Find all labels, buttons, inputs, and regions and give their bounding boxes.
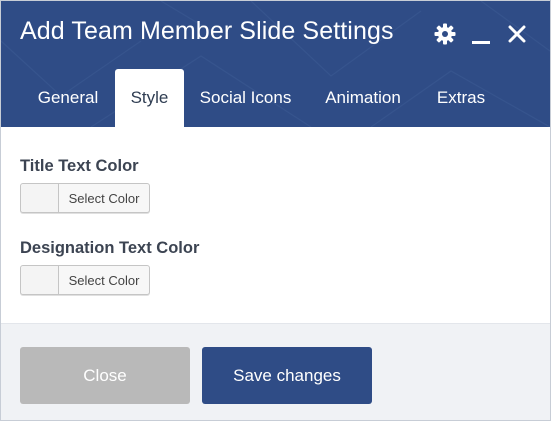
designation-text-color-label: Designation Text Color [20, 239, 200, 257]
color-swatch[interactable] [21, 184, 59, 212]
gear-icon[interactable] [432, 21, 458, 47]
dialog-header: Add Team Member Slide Settings General S… [1, 1, 550, 127]
tab-animation[interactable]: Animation [309, 69, 417, 127]
close-button[interactable]: Close [20, 347, 190, 404]
title-color-picker[interactable]: Select Color [20, 183, 150, 213]
dialog-title: Add Team Member Slide Settings [20, 17, 394, 45]
settings-dialog: Add Team Member Slide Settings General S… [0, 0, 551, 421]
tab-style[interactable]: Style [115, 69, 184, 127]
save-changes-button[interactable]: Save changes [202, 347, 372, 404]
tab-bar: General Style Social Icons Animation Ext… [1, 69, 550, 127]
title-text-color-label: Title Text Color [20, 157, 139, 175]
minimize-icon[interactable] [468, 21, 494, 47]
tab-extras[interactable]: Extras [423, 69, 499, 127]
color-swatch[interactable] [21, 266, 59, 294]
style-panel: Title Text Color Select Color Designatio… [1, 127, 550, 323]
select-color-button[interactable]: Select Color [59, 266, 149, 294]
tab-general[interactable]: General [20, 69, 116, 127]
dialog-footer: Close Save changes [1, 323, 550, 420]
tab-social-icons[interactable]: Social Icons [187, 69, 304, 127]
select-color-button[interactable]: Select Color [59, 184, 149, 212]
designation-color-picker[interactable]: Select Color [20, 265, 150, 295]
close-icon[interactable] [504, 21, 530, 47]
